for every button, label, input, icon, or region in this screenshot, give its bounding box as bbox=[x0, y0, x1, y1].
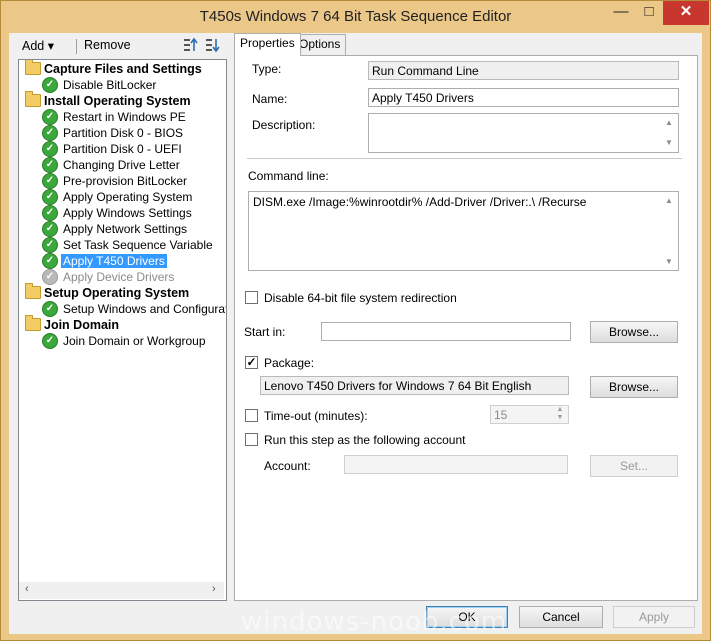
chevron-down-icon: ▾ bbox=[47, 39, 55, 53]
scroll-up-icon[interactable]: ▲ bbox=[662, 196, 676, 205]
folder-icon bbox=[25, 283, 41, 299]
success-check-icon: ✓ bbox=[42, 77, 58, 93]
start-in-input[interactable] bbox=[321, 322, 571, 341]
success-check-icon: ✓ bbox=[42, 173, 58, 189]
close-button[interactable]: ✕ bbox=[663, 1, 709, 25]
apply-button[interactable]: Apply bbox=[613, 606, 695, 628]
success-check-icon: ✓ bbox=[42, 221, 58, 237]
disable-64bit-checkbox[interactable] bbox=[245, 291, 258, 304]
tree-item-label: Apply Device Drivers bbox=[63, 270, 175, 284]
tab-options[interactable]: Options bbox=[293, 34, 347, 55]
tree-item-label: Apply Operating System bbox=[63, 190, 193, 204]
site-watermark: windows-noob.com bbox=[241, 607, 508, 637]
folder-icon bbox=[25, 60, 41, 75]
success-check-icon: ✓ bbox=[42, 125, 58, 141]
start-in-browse-button[interactable]: Browse... bbox=[590, 321, 678, 343]
tree-horizontal-scrollbar[interactable]: ‹ › bbox=[19, 582, 224, 599]
run-as-account-checkbox[interactable] bbox=[245, 433, 258, 446]
move-up-icon[interactable] bbox=[183, 37, 199, 53]
task-sequence-tree[interactable]: Capture Files and Settings ✓ Disable Bit… bbox=[18, 59, 227, 601]
folder-icon bbox=[25, 315, 41, 331]
move-down-icon[interactable] bbox=[205, 37, 221, 53]
package-checkbox[interactable]: ✓ bbox=[245, 356, 258, 369]
tree-item-label: Pre-provision BitLocker bbox=[63, 174, 188, 188]
disabled-check-icon: ✓ bbox=[42, 269, 58, 285]
tree-group-label: Join Domain bbox=[44, 318, 120, 332]
tree-item-label: Partition Disk 0 - UEFI bbox=[63, 142, 182, 156]
tree-item-label: Set Task Sequence Variable bbox=[63, 238, 213, 252]
package-label: Package: bbox=[264, 356, 315, 370]
cancel-button[interactable]: Cancel bbox=[519, 606, 603, 628]
timeout-checkbox[interactable] bbox=[245, 409, 258, 422]
account-input[interactable] bbox=[344, 455, 568, 474]
tree-group-label: Setup Operating System bbox=[44, 286, 190, 300]
maximize-button[interactable]: □ bbox=[635, 1, 663, 25]
success-check-icon: ✓ bbox=[42, 189, 58, 205]
success-check-icon: ✓ bbox=[42, 205, 58, 221]
add-label: Add bbox=[22, 39, 45, 53]
type-label: Type: bbox=[252, 62, 282, 76]
command-line-label: Command line: bbox=[248, 169, 329, 183]
success-check-icon: ✓ bbox=[42, 109, 58, 125]
command-line-textarea[interactable]: DISM.exe /Image:%winrootdir% /Add-Driver… bbox=[248, 191, 679, 271]
name-input[interactable]: Apply T450 Drivers bbox=[368, 88, 679, 107]
tree-item-label-selected: Apply T450 Drivers bbox=[61, 254, 167, 268]
account-label: Account: bbox=[264, 459, 311, 473]
tree-item-label: Setup Windows and Configuration bbox=[63, 302, 227, 316]
run-as-account-label: Run this step as the following account bbox=[264, 433, 466, 447]
disable-64bit-label: Disable 64-bit file system redirection bbox=[264, 291, 457, 305]
tab-properties[interactable]: Properties bbox=[234, 33, 301, 56]
package-field: Lenovo T450 Drivers for Windows 7 64 Bit… bbox=[260, 376, 569, 395]
tree-toolbar: Add ▾ Remove bbox=[15, 35, 227, 57]
tree-item-label: Partition Disk 0 - BIOS bbox=[63, 126, 184, 140]
tree-group-label: Install Operating System bbox=[44, 94, 191, 108]
window-title: T450s Windows 7 64 Bit Task Sequence Edi… bbox=[199, 8, 512, 25]
add-menu-button[interactable]: Add ▾ bbox=[22, 38, 54, 53]
remove-button[interactable]: Remove bbox=[84, 38, 131, 52]
type-field: Run Command Line bbox=[368, 61, 679, 80]
tree-item-label: Restart in Windows PE bbox=[63, 110, 186, 124]
tree-item-label: Disable BitLocker bbox=[63, 78, 157, 92]
section-divider bbox=[247, 158, 682, 159]
success-check-icon: ✓ bbox=[42, 301, 58, 317]
scroll-down-icon[interactable]: ▼ bbox=[662, 138, 676, 147]
success-check-icon: ✓ bbox=[42, 157, 58, 173]
package-browse-button[interactable]: Browse... bbox=[590, 376, 678, 398]
description-label: Description: bbox=[252, 118, 316, 132]
timeout-spinner[interactable]: ▲ ▼ bbox=[552, 406, 568, 424]
tree-group-label: Capture Files and Settings bbox=[44, 62, 202, 76]
tree-item-label: Changing Drive Letter bbox=[63, 158, 180, 172]
scroll-down-icon[interactable]: ▼ bbox=[662, 257, 676, 266]
task-sequence-editor-window: T450s Windows 7 64 Bit Task Sequence Edi… bbox=[0, 0, 711, 641]
minimize-button[interactable]: — bbox=[607, 1, 635, 25]
timeout-label: Time-out (minutes): bbox=[264, 409, 368, 423]
name-label: Name: bbox=[252, 92, 288, 106]
tree-item-label: Join Domain or Workgroup bbox=[63, 334, 206, 348]
tree-item-label: Apply Windows Settings bbox=[63, 206, 192, 220]
scroll-left-icon[interactable]: ‹ bbox=[25, 583, 29, 595]
title-bar[interactable]: T450s Windows 7 64 Bit Task Sequence Edi… bbox=[1, 1, 710, 33]
start-in-label: Start in: bbox=[244, 325, 286, 339]
description-textarea[interactable] bbox=[368, 113, 679, 153]
scroll-right-icon[interactable]: › bbox=[212, 583, 216, 595]
scroll-up-icon[interactable]: ▲ bbox=[662, 118, 676, 127]
set-account-button[interactable]: Set... bbox=[590, 455, 678, 477]
tree-item-label: Apply Network Settings bbox=[63, 222, 188, 236]
success-check-icon: ✓ bbox=[42, 253, 58, 269]
success-check-icon: ✓ bbox=[42, 141, 58, 157]
toolbar-separator bbox=[76, 39, 77, 54]
folder-icon bbox=[25, 91, 41, 107]
success-check-icon: ✓ bbox=[42, 237, 58, 253]
success-check-icon: ✓ bbox=[42, 333, 58, 349]
